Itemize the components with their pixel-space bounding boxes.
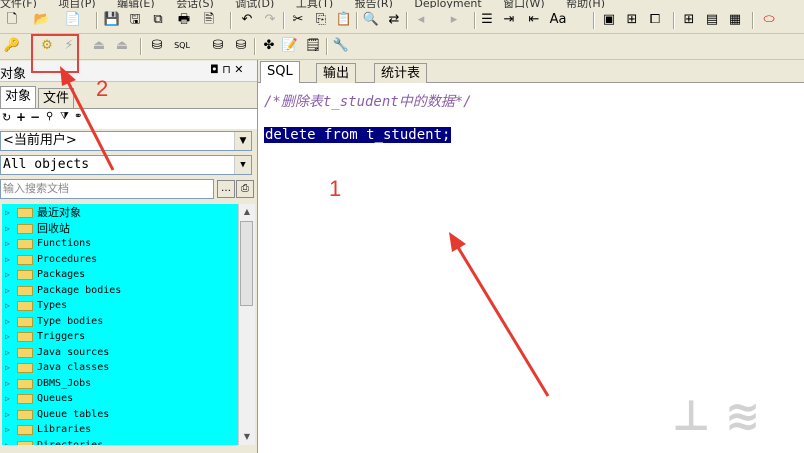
arrow-head-2 [60,66,76,86]
arrow-line-1 [454,243,550,397]
annotation-arrows [60,66,550,397]
arrow-line-2 [64,77,115,171]
watermark-logo: ⊥ ≋ [672,391,761,440]
